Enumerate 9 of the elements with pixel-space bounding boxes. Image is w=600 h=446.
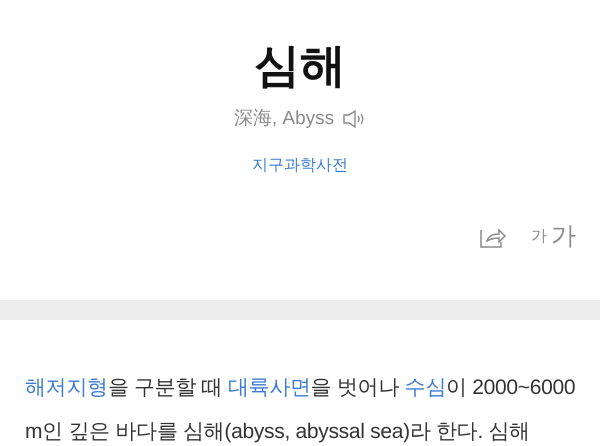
- font-size-button[interactable]: 가 가: [531, 224, 576, 249]
- speaker-icon[interactable]: [342, 109, 366, 130]
- entry-title: 심해: [254, 38, 346, 93]
- definition-paragraph: 해저지형 을 구분할 때 대륙사면을 벗어나 수심 이 2000~6000 m인 깊은 바다를 심해(abyss, abyssal sea)라 한다. 심해: [24, 375, 576, 445]
- term-link[interactable]: 수심: [404, 376, 446, 399]
- entry-subtitle: 深海, Abyss: [234, 107, 334, 132]
- source-link[interactable]: 지구과학사전: [252, 154, 348, 178]
- term-link[interactable]: 대륙사면: [228, 376, 311, 399]
- term-link[interactable]: 해저지형: [25, 376, 108, 399]
